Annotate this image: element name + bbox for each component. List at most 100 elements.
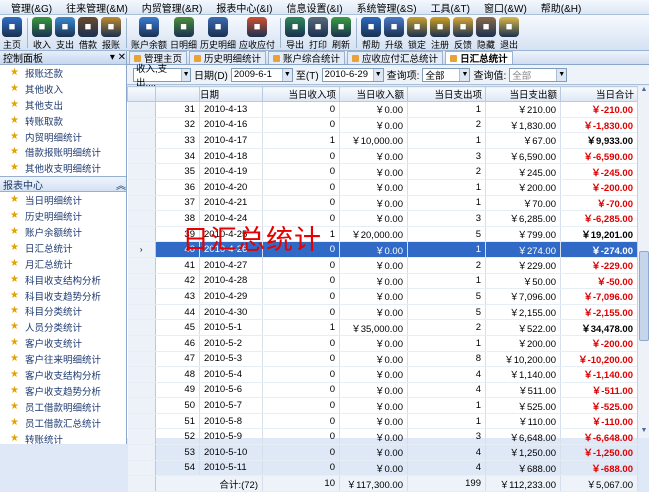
- toolbar-button-exit[interactable]: ■ 退出: [499, 15, 520, 51]
- tab-3[interactable]: 应收应付汇总统计: [347, 51, 444, 65]
- sidebar-item[interactable]: ★ 借款报账明细统计: [0, 144, 126, 160]
- menu-item[interactable]: 帮助(&H): [541, 0, 582, 15]
- chevron-down-icon[interactable]: ▼: [556, 68, 567, 81]
- sidebar-item[interactable]: ★ 客户收支趋势分析: [0, 383, 126, 399]
- toolbar-button-history[interactable]: ■ 历史明细: [200, 15, 236, 51]
- toolbar-button-export[interactable]: ■ 导出: [285, 15, 306, 51]
- column-header[interactable]: 当日支出额: [485, 86, 561, 102]
- sidebar-item[interactable]: ★ 内贸明细统计: [0, 129, 126, 145]
- table-row[interactable]: 46 2010-5-2 0 ￥0.00 1 ￥200.00 ￥-200.00: [127, 335, 638, 352]
- table-row[interactable]: 54 2010-5-11 0 ￥0.00 4 ￥688.00 ￥-688.00: [127, 460, 638, 477]
- chevron-down-icon[interactable]: ▼: [459, 68, 470, 81]
- table-row[interactable]: 33 2010-4-17 1 ￥10,000.00 1 ￥67.00 ￥9,933.00: [127, 132, 638, 149]
- column-header[interactable]: 当日支出项: [407, 86, 486, 102]
- sidebar-item[interactable]: ★ 转账取款: [0, 113, 126, 129]
- sidebar-item[interactable]: ★ 科目分类统计: [0, 303, 126, 319]
- date-from-field[interactable]: 2009-6-1 ▼: [230, 67, 293, 82]
- table-row[interactable]: 51 2010-5-8 0 ￥0.00 1 ￥110.00 ￥-110.00: [127, 413, 638, 430]
- vertical-scrollbar[interactable]: ▲ ▼: [637, 86, 649, 438]
- table-row[interactable]: 45 2010-5-1 1 ￥35,000.00 2 ￥522.00 ￥34,478.00: [127, 319, 638, 336]
- tab-1[interactable]: 历史明细统计: [189, 51, 267, 65]
- toolbar-button-income[interactable]: ■ 收入: [32, 15, 52, 51]
- table-row[interactable]: 52 2010-5-9 0 ￥0.00 3 ￥6,648.00 ￥-6,648.00: [127, 428, 638, 446]
- sidebar-item[interactable]: ★ 其他支出: [0, 97, 126, 113]
- table-row[interactable]: 50 2010-5-7 0 ￥0.00 1 ￥525.00 ￥-525.00: [127, 397, 638, 414]
- table-row[interactable]: 43 2010-4-29 0 ￥0.00 5 ￥7,096.00 ￥-7,096.00: [127, 288, 638, 305]
- toolbar-button-refresh[interactable]: ■ 刷新: [331, 15, 352, 51]
- table-row[interactable]: 48 2010-5-4 0 ￥0.00 4 ￥1,140.00 ￥-1,140.00: [127, 366, 638, 383]
- column-header[interactable]: 日期: [199, 86, 263, 102]
- toolbar-button-receivable[interactable]: ■ 应收应付: [239, 15, 275, 51]
- table-row[interactable]: 31 2010-4-13 0 ￥0.00 1 ￥210.00 ￥-210.00: [127, 101, 638, 118]
- sidebar-item[interactable]: ★ 报账还款: [0, 65, 126, 81]
- scroll-thumb[interactable]: [639, 251, 649, 341]
- table-row[interactable]: 36 2010-4-20 0 ￥0.00 1 ￥200.00 ￥-200.00: [127, 179, 638, 196]
- menu-item[interactable]: 报表中心(&I): [216, 0, 272, 15]
- toolbar-button-help[interactable]: ■ 帮助: [361, 15, 382, 51]
- menu-item[interactable]: 信息设置(&I): [286, 0, 342, 15]
- sidebar-item[interactable]: ★ 员工借款明细统计: [0, 399, 126, 415]
- sidebar-item[interactable]: ★ 客户收支结构分析: [0, 367, 126, 383]
- sidebar-item[interactable]: ★ 历史明细统计: [0, 208, 126, 224]
- table-row[interactable]: 47 2010-5-3 0 ￥0.00 8 ￥10,200.00 ￥-10,200.00: [127, 351, 638, 368]
- sidebar-item[interactable]: ★ 客户收支统计: [0, 335, 126, 351]
- scroll-up-icon[interactable]: ▲: [638, 86, 649, 97]
- menu-item[interactable]: 窗口(&W): [484, 0, 527, 15]
- tab-2[interactable]: 账户综合统计: [268, 51, 346, 65]
- table-row[interactable]: 35 2010-4-19 0 ￥0.00 2 ￥245.00 ￥-245.00: [127, 163, 638, 180]
- query-item-combo[interactable]: 全部 ▼: [422, 67, 471, 82]
- toolbar-button-upgrade[interactable]: ■ 升级: [384, 15, 405, 51]
- table-row[interactable]: 42 2010-4-28 0 ￥0.00 1 ￥50.00 ￥-50.00: [127, 273, 638, 290]
- chevron-down-icon[interactable]: ▼: [281, 68, 292, 81]
- sidebar-item[interactable]: ★ 日汇总统计: [0, 240, 126, 256]
- type-combo[interactable]: 收入,支出,... ▼: [133, 64, 191, 89]
- date-to-field[interactable]: 2010-6-29 ▼: [321, 67, 384, 82]
- table-row[interactable]: 44 2010-4-30 0 ￥0.00 5 ￥2,155.00 ￥-2,155.00: [127, 304, 638, 321]
- table-row[interactable]: 49 2010-5-6 0 ￥0.00 4 ￥511.00 ￥-511.00: [127, 382, 638, 399]
- table-row[interactable]: 34 2010-4-18 0 ￥0.00 3 ￥6,590.00 ￥-6,590.00: [127, 148, 638, 165]
- toolbar-button-feedback[interactable]: ■ 反馈: [453, 15, 474, 51]
- sidebar-item[interactable]: ★ 其他收支明细统计: [0, 160, 126, 176]
- table-row[interactable]: 53 2010-5-10 0 ￥0.00 4 ￥1,250.00 ￥-1,250.00: [127, 444, 638, 461]
- column-header[interactable]: 当日合计: [560, 86, 638, 102]
- sidebar-item[interactable]: ★ 人员分类统计: [0, 319, 126, 335]
- chevron-down-icon[interactable]: ▼: [181, 68, 190, 81]
- toolbar-button-report[interactable]: ■ 报账: [101, 15, 121, 51]
- toolbar-button-balance[interactable]: ■ 账户余额: [131, 15, 167, 51]
- panel-pin-icon[interactable]: ▾ ✕: [110, 52, 126, 63]
- sidebar-item[interactable]: ★ 科目收支结构分析: [0, 272, 126, 288]
- toolbar-button-lock[interactable]: ■ 锁定: [407, 15, 428, 51]
- table-row[interactable]: 41 2010-4-27 0 ￥0.00 2 ￥229.00 ￥-229.00: [127, 257, 638, 274]
- sidebar-item[interactable]: ★ 其他收入: [0, 81, 126, 97]
- sidebar-item[interactable]: ★ 客户往来明细统计: [0, 351, 126, 367]
- menu-item[interactable]: 往来管理(&M): [66, 0, 128, 15]
- report-center-group-header[interactable]: 报表中心 ︽: [0, 176, 126, 193]
- row-date: 2010-4-28: [199, 273, 263, 290]
- column-header[interactable]: 当日收入项: [262, 86, 340, 102]
- toolbar-button-print[interactable]: ■ 打印: [308, 15, 329, 51]
- toolbar-button-home[interactable]: ■ 主页: [2, 15, 22, 51]
- scroll-down-icon[interactable]: ▼: [638, 427, 649, 438]
- menu-item[interactable]: 工具(&T): [431, 0, 470, 15]
- column-header[interactable]: 当日收入额: [339, 86, 408, 102]
- menu-item[interactable]: 系统管理(&S): [357, 0, 417, 15]
- toolbar-button-expense[interactable]: ■ 支出: [55, 15, 75, 51]
- tab-4[interactable]: 日汇总统计: [445, 51, 513, 65]
- table-row[interactable]: 37 2010-4-21 0 ￥0.00 1 ￥70.00 ￥-70.00: [127, 195, 638, 212]
- toolbar-button-hide[interactable]: ■ 隐藏: [476, 15, 497, 51]
- query-value-combo[interactable]: 全部 ▼: [509, 67, 568, 82]
- sidebar-item[interactable]: ★ 账户余额统计: [0, 224, 126, 240]
- toolbar-button-register[interactable]: ■ 注册: [430, 15, 451, 51]
- sidebar-item[interactable]: ★ 当日明细统计: [0, 192, 126, 208]
- table-row[interactable]: 32 2010-4-16 0 ￥0.00 2 ￥1,830.00 ￥-1,830.00: [127, 117, 638, 134]
- toolbar-button-borrow[interactable]: ■ 借款: [78, 15, 98, 51]
- menu-item[interactable]: 管理(&G): [11, 0, 52, 15]
- chevron-down-icon[interactable]: ▼: [372, 68, 383, 81]
- sidebar-item[interactable]: ★ 转账统计: [0, 431, 126, 447]
- sidebar-item[interactable]: ★ 员工借款汇总统计: [0, 415, 126, 431]
- collapse-icon[interactable]: ︽: [116, 177, 126, 192]
- sidebar-item[interactable]: ★ 科目收支趋势分析: [0, 288, 126, 304]
- menu-item[interactable]: 内贸管理(&R): [142, 0, 203, 15]
- sidebar-item[interactable]: ★ 月汇总统计: [0, 256, 126, 272]
- toolbar-button-daily[interactable]: ■ 日明细: [170, 15, 197, 51]
